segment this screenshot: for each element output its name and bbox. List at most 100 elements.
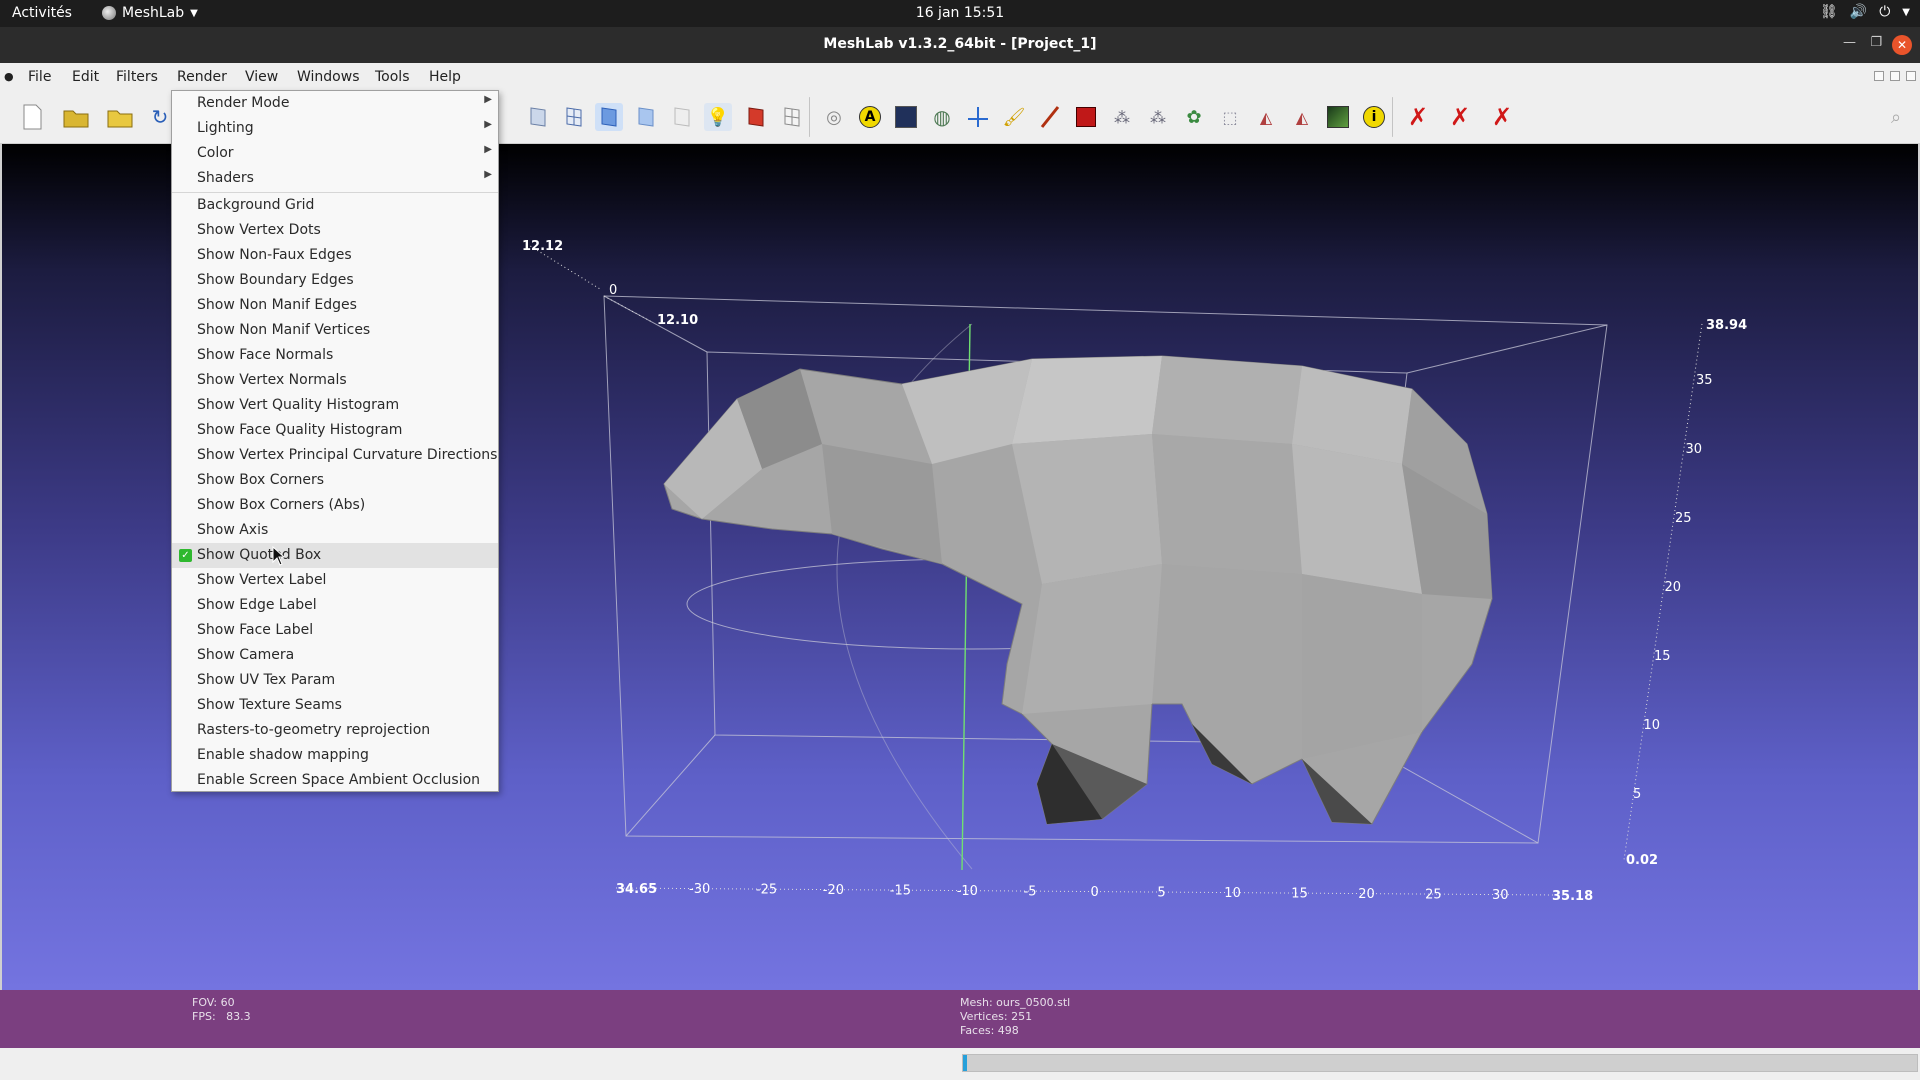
menu-item-show-vert-quality-histogram[interactable]: Show Vert Quality Histogram [172,393,498,418]
x-axis-tick-label: 20 [1358,887,1375,902]
paint-icon[interactable]: 🖌 [1000,103,1028,131]
submenu-shaders[interactable]: Shaders ▶ [172,166,498,191]
menu-item-enable-shadow-mapping[interactable]: Enable shadow mapping [172,743,498,768]
delete-x-3-icon[interactable]: ✗ [1488,103,1516,131]
menu-item-show-axis[interactable]: Show Axis [172,518,498,543]
fps-value: 83.3 [226,1010,251,1023]
select-vertex-icon[interactable]: ⁂ [1108,103,1136,131]
submenu-color[interactable]: Color ▶ [172,141,498,166]
sphere-mesh-icon[interactable]: ◍ [928,103,956,131]
x-axis-tick-label: -25 [756,883,777,898]
menu-item-show-box-corners-abs[interactable]: Show Box Corners (Abs) [172,493,498,518]
mdi-close-icon[interactable] [1906,71,1916,81]
menu-tools[interactable]: Tools [375,69,410,85]
render-points-icon[interactable] [668,103,696,131]
mdi-restore-icon[interactable] [1890,71,1900,81]
app-icon[interactable]: ● [4,70,14,83]
progress-bar [962,1054,1918,1072]
measure-icon[interactable] [964,103,992,131]
reload-icon[interactable]: ↻ [146,103,174,131]
mdi-minimize-icon[interactable] [1874,71,1884,81]
georef-icon[interactable]: ⬚ [1216,103,1244,131]
menu-item-label: Show Texture Seams [197,697,342,713]
edit-selection-icon[interactable]: ◭ [1252,103,1280,131]
menu-item-show-edge-label[interactable]: Show Edge Label [172,593,498,618]
render-wire-icon[interactable] [560,103,588,131]
brush-icon[interactable] [1036,103,1064,131]
submenu-render-mode[interactable]: Render Mode ▶ [172,91,498,116]
menu-item-show-vertex-principal-curvature-directions[interactable]: Show Vertex Principal Curvature Directio… [172,443,498,468]
minimize-icon[interactable]: — [1843,35,1856,50]
menu-item-show-non-manif-vertices[interactable]: Show Non Manif Vertices [172,318,498,343]
delete-x-icon[interactable]: ✗ [1404,103,1432,131]
menu-windows[interactable]: Windows [297,69,360,85]
fov-text: FOV: 60 [192,996,235,1009]
render-texture-icon[interactable] [632,103,660,131]
menu-item-show-face-label[interactable]: Show Face Label [172,618,498,643]
select-faces-icon[interactable] [1072,103,1100,131]
raster-view-icon[interactable] [892,103,920,131]
menu-item-show-uv-tex-param[interactable]: Show UV Tex Param [172,668,498,693]
delete-x-2-icon[interactable]: ✗ [1446,103,1474,131]
submenu-lighting[interactable]: Lighting ▶ [172,116,498,141]
open-project-icon[interactable] [106,103,134,131]
trackball-icon[interactable]: ◎ [820,103,848,131]
info-overlay-bar: FOV: 60 FPS: 83.3 Mesh: ours_0500.stl Ve… [0,990,1920,1048]
menu-item-label: Rasters-to-geometry reprojection [197,722,431,738]
pick-points-icon[interactable]: ◭ [1288,103,1316,131]
menu-item-label: Color [197,145,234,161]
shader-icon[interactable] [1324,103,1352,131]
render-flat-icon[interactable] [524,103,552,131]
menu-item-show-face-quality-histogram[interactable]: Show Face Quality Histogram [172,418,498,443]
align-icon[interactable]: ✿ [1180,103,1208,131]
menu-filters[interactable]: Filters [116,69,158,85]
menu-item-show-camera[interactable]: Show Camera [172,643,498,668]
bear-mesh [663,355,1493,825]
system-tray[interactable]: ⛓ 🔊 ⏻ ▼ [1820,4,1910,20]
render-smooth-icon[interactable] [595,103,623,131]
close-window-button[interactable]: ✕ [1892,35,1912,55]
volume-icon[interactable]: 🔊 [1850,4,1867,20]
menu-item-show-non-faux-edges[interactable]: Show Non-Faux Edges [172,243,498,268]
y-axis-max-label: 38.94 [1706,318,1747,333]
power-icon[interactable]: ⏻ [1879,4,1890,20]
menu-item-show-vertex-label[interactable]: Show Vertex Label [172,568,498,593]
new-file-icon[interactable] [18,103,46,131]
open-folder-icon[interactable] [62,103,90,131]
chevron-down-icon[interactable]: ▼ [1902,7,1910,18]
annotation-icon[interactable]: A [856,103,884,131]
menu-item-show-face-normals[interactable]: Show Face Normals [172,343,498,368]
y-axis-min-label: 0.02 [1626,853,1658,868]
menu-file[interactable]: File [28,69,51,85]
system-top-bar: Activités MeshLab ▼ 16 jan 15:51 ⛓ 🔊 ⏻ ▼ [0,0,1920,27]
texture-icon[interactable] [742,103,770,131]
info-icon[interactable]: i [1360,103,1388,131]
menu-item-rasters-to-geometry-reprojection[interactable]: Rasters-to-geometry reprojection [172,718,498,743]
network-icon[interactable]: ⛓ [1820,4,1838,20]
x-axis-tick-label: -30 [689,882,710,897]
clock[interactable]: 16 jan 15:51 [0,5,1920,21]
raster-icon[interactable] [778,103,806,131]
menu-render[interactable]: Render [177,69,227,85]
menu-view[interactable]: View [245,69,278,85]
x-axis-tick-label: -10 [957,884,978,899]
menu-item-show-box-corners[interactable]: Show Box Corners [172,468,498,493]
x-axis-tick-label: 30 [1492,888,1509,903]
menu-item-enable-screen-space-ambient-occlusion[interactable]: Enable Screen Space Ambient Occlusion [172,768,498,793]
select-connected-icon[interactable]: ⁂ [1144,103,1172,131]
menu-item-show-vertex-dots[interactable]: Show Vertex Dots [172,218,498,243]
menu-help[interactable]: Help [429,69,461,85]
menu-item-show-quoted-box[interactable]: ✓ Show Quoted Box [172,543,498,568]
x-axis-tick-label: 0 [1091,885,1099,900]
restore-icon[interactable]: ❐ [1870,35,1882,50]
menu-item-show-non-manif-edges[interactable]: Show Non Manif Edges [172,293,498,318]
search-icon[interactable]: ⌕ [1882,103,1910,131]
submenu-arrow-icon: ▶ [484,119,492,130]
menu-item-background-grid[interactable]: Background Grid [172,193,498,218]
menu-item-show-boundary-edges[interactable]: Show Boundary Edges [172,268,498,293]
z-axis-dotted [526,243,653,323]
menu-edit[interactable]: Edit [72,69,99,85]
menu-item-show-vertex-normals[interactable]: Show Vertex Normals [172,368,498,393]
menu-item-show-texture-seams[interactable]: Show Texture Seams [172,693,498,718]
light-icon[interactable]: 💡 [704,103,732,131]
